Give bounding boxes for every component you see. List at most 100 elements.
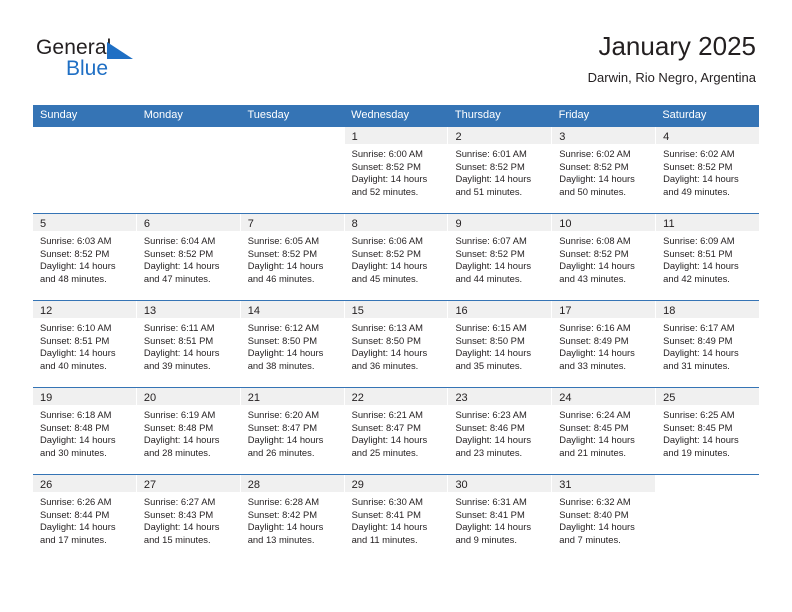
day-number-band: 13 bbox=[136, 301, 240, 318]
sunset-text: Sunset: 8:40 PM bbox=[559, 508, 629, 520]
daylight-text-line2: and 7 minutes. bbox=[559, 533, 621, 545]
sunrise-text: Sunrise: 6:07 AM bbox=[455, 235, 527, 246]
day-cell[interactable]: 6 Sunrise: 6:04 AM Sunset: 8:52 PM Daylight… bbox=[136, 214, 241, 300]
day-details: Sunrise: 6:23 AM Sunset: 8:46 PM Daylight:… bbox=[448, 405, 551, 459]
daylight-text-line2: and 15 minutes. bbox=[143, 533, 211, 545]
day-number: 26 bbox=[40, 479, 53, 491]
daylight-text-line1: Daylight: 14 hours bbox=[663, 347, 739, 359]
day-cell[interactable]: 5 Sunrise: 6:03 AM Sunset: 8:52 PM Daylight… bbox=[33, 214, 137, 300]
daylight-text-line1: Daylight: 14 hours bbox=[40, 347, 116, 359]
daylight-text-line1: Daylight: 14 hours bbox=[40, 260, 116, 272]
daylight-text-line2: and 38 minutes. bbox=[247, 359, 315, 371]
daylight-text-line2: and 42 minutes. bbox=[663, 272, 730, 284]
day-number-band: 31 bbox=[552, 475, 656, 492]
day-details: Sunrise: 6:08 AM Sunset: 8:52 PM Daylight:… bbox=[552, 231, 655, 285]
sunrise-text: Sunrise: 6:10 AM bbox=[40, 322, 112, 333]
day-details: Sunrise: 6:00 AM Sunset: 8:52 PM Daylight:… bbox=[345, 144, 448, 198]
day-number: 10 bbox=[559, 218, 572, 230]
daylight-text-line1: Daylight: 14 hours bbox=[559, 347, 635, 359]
daylight-text-line2: and 17 minutes. bbox=[40, 533, 107, 545]
day-cell[interactable]: 4 Sunrise: 6:02 AM Sunset: 8:52 PM Daylight… bbox=[656, 127, 760, 213]
daylight-text-line1: Daylight: 14 hours bbox=[351, 173, 428, 185]
sunset-text: Sunset: 8:49 PM bbox=[559, 334, 629, 346]
daylight-text-line2: and 35 minutes. bbox=[455, 359, 523, 371]
daylight-text-line2: and 30 minutes. bbox=[40, 446, 107, 458]
day-cell[interactable]: 20 Sunrise: 6:19 AM Sunset: 8:48 PM Dayligh… bbox=[136, 388, 241, 474]
day-number-band: 10 bbox=[552, 214, 656, 231]
daylight-text-line1: Daylight: 14 hours bbox=[143, 434, 220, 446]
sunset-text: Sunset: 8:43 PM bbox=[143, 508, 214, 520]
sunrise-text: Sunrise: 6:12 AM bbox=[247, 322, 320, 333]
day-details: Sunrise: 6:21 AM Sunset: 8:47 PM Daylight:… bbox=[345, 405, 448, 459]
day-cell[interactable]: 9 Sunrise: 6:07 AM Sunset: 8:52 PM Daylight… bbox=[448, 214, 553, 300]
day-details: Sunrise: 6:17 AM Sunset: 8:49 PM Daylight:… bbox=[656, 318, 759, 372]
day-cell[interactable]: 8 Sunrise: 6:06 AM Sunset: 8:52 PM Daylight… bbox=[344, 214, 449, 300]
day-cell[interactable]: 14 Sunrise: 6:12 AM Sunset: 8:50 PM Dayligh… bbox=[240, 301, 345, 387]
day-number: 19 bbox=[40, 392, 53, 404]
day-number: 13 bbox=[143, 305, 157, 317]
day-cell[interactable]: 29 Sunrise: 6:30 AM Sunset: 8:41 PM Dayligh… bbox=[344, 475, 449, 564]
sunrise-text: Sunrise: 6:03 AM bbox=[40, 235, 112, 246]
sunrise-text: Sunrise: 6:04 AM bbox=[143, 235, 216, 246]
sunset-text: Sunset: 8:49 PM bbox=[663, 334, 733, 346]
day-cell[interactable]: 23 Sunrise: 6:23 AM Sunset: 8:46 PM Dayligh… bbox=[448, 388, 553, 474]
sunrise-text: Sunrise: 6:02 AM bbox=[559, 148, 631, 159]
calendar-week-row: 12 Sunrise: 6:10 AM Sunset: 8:51 PM Dayligh… bbox=[33, 300, 760, 387]
day-details: Sunrise: 6:02 AM Sunset: 8:52 PM Daylight:… bbox=[552, 144, 655, 198]
day-cell[interactable]: 15 Sunrise: 6:13 AM Sunset: 8:50 PM Dayligh… bbox=[344, 301, 449, 387]
day-cell[interactable]: 2 Sunrise: 6:01 AM Sunset: 8:52 PM Daylight… bbox=[448, 127, 553, 213]
sunrise-text: Sunrise: 6:25 AM bbox=[663, 409, 735, 420]
general-blue-logo[interactable]: General Blue bbox=[36, 36, 206, 88]
day-number: 28 bbox=[247, 479, 260, 491]
day-number: 31 bbox=[559, 479, 572, 491]
day-cell[interactable]: 10 Sunrise: 6:08 AM Sunset: 8:52 PM Dayligh… bbox=[552, 214, 657, 300]
daylight-text-line1: Daylight: 14 hours bbox=[40, 521, 116, 533]
page-header: General Blue January 2025 Darwin, Rio Ne… bbox=[0, 0, 792, 104]
sunrise-text: Sunrise: 6:24 AM bbox=[559, 409, 631, 420]
daylight-text-line1: Daylight: 14 hours bbox=[663, 260, 739, 272]
day-cell[interactable]: 28 Sunrise: 6:28 AM Sunset: 8:42 PM Dayligh… bbox=[240, 475, 345, 564]
daylight-text-line1: Daylight: 14 hours bbox=[455, 347, 532, 359]
day-cell[interactable]: 12 Sunrise: 6:10 AM Sunset: 8:51 PM Dayligh… bbox=[33, 301, 137, 387]
day-cell[interactable]: 26 Sunrise: 6:26 AM Sunset: 8:44 PM Dayligh… bbox=[33, 475, 137, 564]
sunset-text: Sunset: 8:42 PM bbox=[247, 508, 318, 520]
day-cell[interactable]: 11 Sunrise: 6:09 AM Sunset: 8:51 PM Dayligh… bbox=[656, 214, 760, 300]
sunset-text: Sunset: 8:51 PM bbox=[40, 334, 110, 346]
day-cell[interactable]: 13 Sunrise: 6:11 AM Sunset: 8:51 PM Dayligh… bbox=[136, 301, 241, 387]
day-number: 22 bbox=[351, 392, 364, 404]
daylight-text-line2: and 50 minutes. bbox=[559, 185, 627, 197]
sunrise-text: Sunrise: 6:08 AM bbox=[559, 235, 631, 246]
day-number: 2 bbox=[455, 131, 462, 143]
sunset-text: Sunset: 8:52 PM bbox=[559, 160, 629, 172]
day-cell[interactable]: 18 Sunrise: 6:17 AM Sunset: 8:49 PM Dayligh… bbox=[656, 301, 760, 387]
daylight-text-line2: and 26 minutes. bbox=[247, 446, 315, 458]
weekday-header-saturday: Saturday bbox=[662, 109, 707, 121]
day-cell[interactable]: 21 Sunrise: 6:20 AM Sunset: 8:47 PM Dayligh… bbox=[240, 388, 345, 474]
day-number-band: 21 bbox=[240, 388, 344, 405]
daylight-text-line1: Daylight: 14 hours bbox=[40, 434, 116, 446]
day-number-band: 2 bbox=[448, 127, 552, 144]
day-cell[interactable]: 1 Sunrise: 6:00 AM Sunset: 8:52 PM Daylight… bbox=[344, 127, 449, 213]
day-cell[interactable]: 19 Sunrise: 6:18 AM Sunset: 8:48 PM Dayligh… bbox=[33, 388, 137, 474]
day-cell[interactable]: 24 Sunrise: 6:24 AM Sunset: 8:45 PM Dayligh… bbox=[552, 388, 657, 474]
day-cell[interactable]: 16 Sunrise: 6:15 AM Sunset: 8:50 PM Dayligh… bbox=[448, 301, 553, 387]
daylight-text-line1: Daylight: 14 hours bbox=[559, 521, 635, 533]
day-cell[interactable]: 25 Sunrise: 6:25 AM Sunset: 8:45 PM Dayligh… bbox=[656, 388, 760, 474]
day-number: 23 bbox=[455, 392, 468, 404]
sunrise-text: Sunrise: 6:23 AM bbox=[455, 409, 527, 420]
day-cell-empty bbox=[241, 127, 345, 213]
day-cell[interactable]: 7 Sunrise: 6:05 AM Sunset: 8:52 PM Daylight… bbox=[240, 214, 345, 300]
day-cell[interactable]: 17 Sunrise: 6:16 AM Sunset: 8:49 PM Dayligh… bbox=[552, 301, 657, 387]
day-cell[interactable]: 30 Sunrise: 6:31 AM Sunset: 8:41 PM Dayligh… bbox=[448, 475, 553, 564]
page-subtitle: Darwin, Rio Negro, Argentina bbox=[587, 70, 756, 85]
daylight-text-line1: Daylight: 14 hours bbox=[351, 521, 428, 533]
day-cell[interactable]: 27 Sunrise: 6:27 AM Sunset: 8:43 PM Dayligh… bbox=[136, 475, 241, 564]
day-cell[interactable]: 3 Sunrise: 6:02 AM Sunset: 8:52 PM Daylight… bbox=[552, 127, 657, 213]
day-number: 25 bbox=[663, 392, 676, 404]
day-cell[interactable]: 31 Sunrise: 6:32 AM Sunset: 8:40 PM Dayligh… bbox=[552, 475, 657, 564]
daylight-text-line2: and 45 minutes. bbox=[351, 272, 419, 284]
day-number-band: 11 bbox=[656, 214, 760, 231]
day-number: 27 bbox=[143, 479, 157, 491]
daylight-text-line1: Daylight: 14 hours bbox=[559, 173, 635, 185]
day-cell[interactable]: 22 Sunrise: 6:21 AM Sunset: 8:47 PM Dayligh… bbox=[344, 388, 449, 474]
